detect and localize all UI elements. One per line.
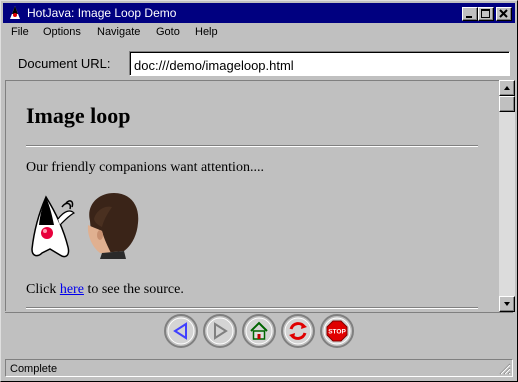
intro-text: Our friendly companions want attention..…: [26, 160, 264, 175]
resize-grip-icon[interactable]: [499, 363, 511, 375]
down-arrow-icon: [504, 302, 510, 306]
menu-file[interactable]: File: [11, 26, 29, 38]
browser-window: HotJava: Image Loop Demo File Options Na…: [0, 0, 518, 382]
menu-bar: File Options Navigate Goto Help: [3, 23, 515, 41]
navigation-toolbar: STOP: [5, 312, 513, 353]
home-button[interactable]: [241, 313, 277, 349]
menu-help[interactable]: Help: [195, 26, 218, 38]
menu-navigate[interactable]: Navigate: [97, 26, 140, 38]
stop-button[interactable]: STOP: [319, 313, 355, 349]
close-button[interactable]: [496, 7, 512, 21]
maximize-button[interactable]: [478, 7, 494, 21]
up-arrow-icon: [504, 86, 510, 90]
title-bar: HotJava: Image Loop Demo: [3, 3, 515, 23]
scroll-up-button[interactable]: [499, 80, 515, 96]
reload-button[interactable]: [280, 313, 316, 349]
source-link[interactable]: here: [60, 282, 84, 297]
horizontal-rule: [26, 145, 478, 147]
back-button[interactable]: [163, 313, 199, 349]
minimize-button[interactable]: [462, 7, 478, 21]
maximize-icon: [481, 9, 490, 18]
scroll-thumb[interactable]: [499, 96, 515, 112]
source-prefix-text: Click: [26, 282, 60, 297]
person-head-image: [87, 193, 139, 259]
stop-label: STOP: [328, 329, 346, 336]
close-icon: [499, 9, 508, 18]
bottom-rule: [26, 307, 478, 309]
menu-options[interactable]: Options: [43, 26, 81, 38]
hotjava-app-icon: [10, 6, 20, 19]
document-url-label: Document URL:: [18, 56, 111, 71]
status-bar: Complete: [5, 359, 513, 377]
vertical-scrollbar[interactable]: [499, 80, 515, 312]
forward-button[interactable]: [202, 313, 238, 349]
source-line: Click here to see the source.: [26, 282, 184, 298]
window-title: HotJava: Image Loop Demo: [27, 6, 177, 20]
duke-mascot-image: [31, 195, 76, 258]
page-heading: Image loop: [26, 103, 131, 128]
source-suffix-text: to see the source.: [83, 282, 184, 297]
scroll-down-button[interactable]: [499, 296, 515, 312]
document-url-field[interactable]: [129, 51, 510, 76]
minimize-icon: [466, 16, 472, 18]
document-viewport: Image loop Our friendly companions want …: [5, 80, 499, 311]
menu-goto[interactable]: Goto: [156, 26, 180, 38]
status-text: Complete: [10, 363, 58, 375]
